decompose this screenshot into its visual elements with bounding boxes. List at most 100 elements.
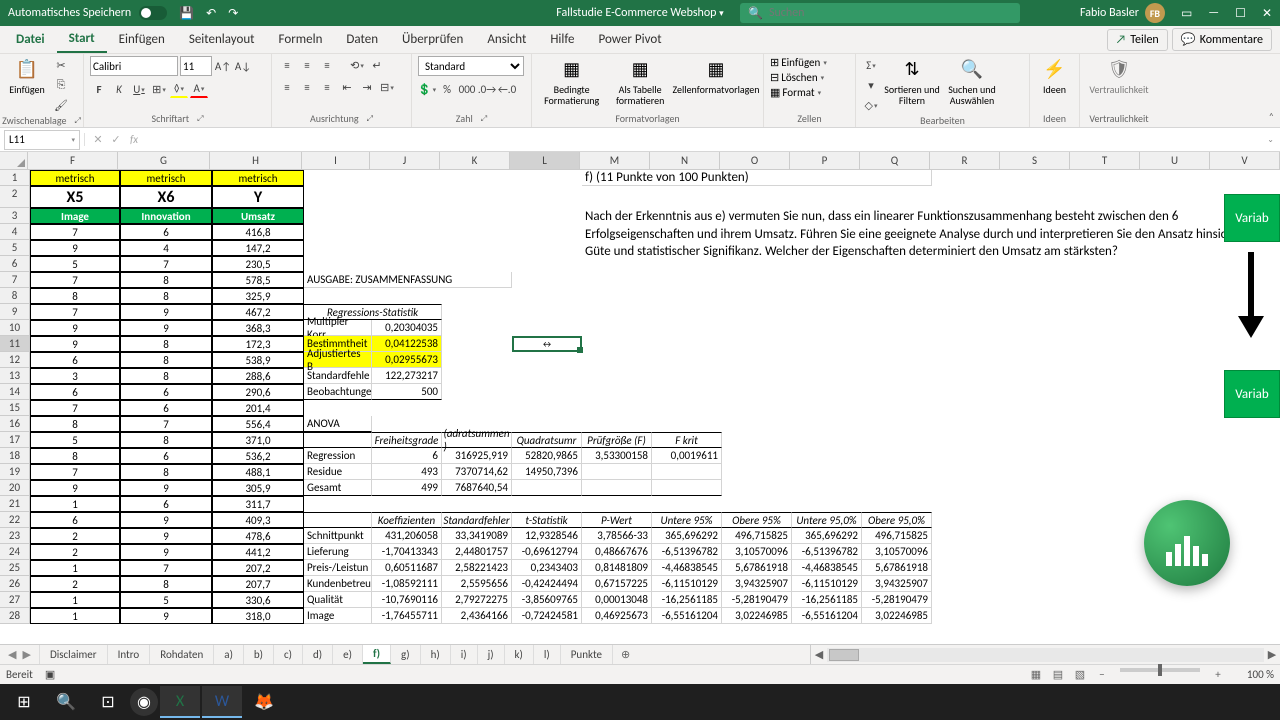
- data-cell[interactable]: 9: [30, 240, 120, 256]
- shape-variable-1[interactable]: Variab: [1224, 194, 1280, 242]
- minimize-icon[interactable]: —: [1208, 6, 1219, 21]
- sheet-tab-b[interactable]: b): [244, 645, 274, 664]
- row-header-23[interactable]: 23: [0, 528, 30, 544]
- column-header-U[interactable]: U: [1140, 152, 1210, 170]
- coeff-header[interactable]: t-Statistik: [512, 512, 582, 528]
- question-title[interactable]: f) (11 Punkte von 100 Punkten): [582, 170, 932, 186]
- coeff-cell[interactable]: 3,10570096: [722, 544, 792, 560]
- data-cell[interactable]: 6: [120, 496, 212, 512]
- column-header-H[interactable]: H: [210, 152, 302, 170]
- coeff-cell[interactable]: 3,10570096: [862, 544, 932, 560]
- coeff-cell[interactable]: 2,5595656: [442, 576, 512, 592]
- coeff-cell[interactable]: 2,79272275: [442, 592, 512, 608]
- row-header-12[interactable]: 12: [0, 352, 30, 368]
- data-cell[interactable]: 305,9: [212, 480, 304, 496]
- autosave-toggle[interactable]: Automatisches Speichern: [8, 6, 167, 20]
- data-cell[interactable]: 538,9: [212, 352, 304, 368]
- sheet-tab-e[interactable]: e): [333, 645, 363, 664]
- coeff-cell[interactable]: -6,11510129: [652, 576, 722, 592]
- data-cell[interactable]: 325,9: [212, 288, 304, 304]
- data-cell[interactable]: 1: [30, 608, 120, 624]
- data-cell[interactable]: 6: [120, 224, 212, 240]
- reg-stat-label[interactable]: Multipler Korr: [304, 320, 372, 336]
- data-cell[interactable]: 207,7: [212, 576, 304, 592]
- data-cell[interactable]: 8: [30, 416, 120, 432]
- tab-hilfe[interactable]: Hilfe: [538, 26, 586, 53]
- macro-record-icon[interactable]: ▣: [45, 668, 55, 681]
- merge-icon[interactable]: ⊟▾: [378, 78, 396, 96]
- tab-daten[interactable]: Daten: [334, 26, 390, 53]
- coeff-cell[interactable]: 5,67861918: [862, 560, 932, 576]
- coeff-header[interactable]: Untere 95,0%: [792, 512, 862, 528]
- format-painter-icon[interactable]: 🖌: [52, 96, 70, 114]
- coeff-cell[interactable]: -3,85609765: [512, 592, 582, 608]
- data-cell[interactable]: 5: [30, 256, 120, 272]
- selected-cell[interactable]: ↔: [512, 336, 582, 352]
- anova-cell[interactable]: [512, 480, 582, 496]
- anova-cell[interactable]: Gesamt: [304, 480, 372, 496]
- row-header-8[interactable]: 8: [0, 288, 30, 304]
- row-header-22[interactable]: 22: [0, 512, 30, 528]
- data-cell[interactable]: 8: [120, 336, 212, 352]
- cell-scale-h[interactable]: metrisch: [212, 170, 304, 186]
- data-cell[interactable]: 6: [120, 400, 212, 416]
- data-cell[interactable]: 9: [120, 544, 212, 560]
- add-sheet-button[interactable]: ⊕: [613, 645, 638, 664]
- data-cell[interactable]: 8: [120, 272, 212, 288]
- data-cell[interactable]: 9: [120, 512, 212, 528]
- data-cell[interactable]: 6: [120, 384, 212, 400]
- coeff-cell[interactable]: -1,08592111: [372, 576, 442, 592]
- coeff-cell[interactable]: 12,9328546: [512, 528, 582, 544]
- data-cell[interactable]: 288,6: [212, 368, 304, 384]
- spreadsheet-grid[interactable]: FGHIJKLMNOPQRSTUV 1234567891011121314151…: [0, 152, 1280, 644]
- decrease-font-icon[interactable]: A↓: [234, 57, 252, 75]
- row-header-13[interactable]: 13: [0, 368, 30, 384]
- anova-cell[interactable]: Regression: [304, 448, 372, 464]
- data-cell[interactable]: 3: [30, 368, 120, 384]
- reg-stat-value[interactable]: 0,02955673: [372, 352, 442, 368]
- column-header-T[interactable]: T: [1070, 152, 1140, 170]
- coeff-cell[interactable]: -1,70413343: [372, 544, 442, 560]
- coeff-cell[interactable]: 5,67861918: [722, 560, 792, 576]
- undo-icon[interactable]: ↶: [206, 6, 216, 21]
- coeff-cell[interactable]: 2,58221423: [442, 560, 512, 576]
- coeff-cell[interactable]: -0,42424494: [512, 576, 582, 592]
- data-cell[interactable]: 6: [30, 512, 120, 528]
- data-cell[interactable]: 4: [120, 240, 212, 256]
- data-cell[interactable]: 5: [30, 432, 120, 448]
- fill-color-button[interactable]: ◊▾: [170, 80, 188, 98]
- row-header-26[interactable]: 26: [0, 576, 30, 592]
- sheet-tab-f[interactable]: f): [363, 645, 391, 664]
- start-menu-icon[interactable]: ⊞: [4, 686, 44, 718]
- data-cell[interactable]: 207,2: [212, 560, 304, 576]
- data-cell[interactable]: 7: [30, 224, 120, 240]
- coeff-cell[interactable]: 0,81481809: [582, 560, 652, 576]
- coeff-cell[interactable]: -6,51396782: [792, 544, 862, 560]
- row-header-4[interactable]: 4: [0, 224, 30, 240]
- coeff-cell[interactable]: 0,60511687: [372, 560, 442, 576]
- data-cell[interactable]: 467,2: [212, 304, 304, 320]
- data-cell[interactable]: 7: [120, 416, 212, 432]
- coeff-cell[interactable]: -6,55161204: [652, 608, 722, 624]
- data-cell[interactable]: 7: [120, 560, 212, 576]
- shape-variable-2[interactable]: Variab: [1224, 370, 1280, 418]
- data-cell[interactable]: 8: [120, 352, 212, 368]
- column-header-N[interactable]: N: [650, 152, 720, 170]
- filename[interactable]: Fallstudie E-Commerce Webshop ▾: [556, 6, 723, 20]
- bold-button[interactable]: F: [90, 80, 108, 98]
- coeff-cell[interactable]: 0,2343403: [512, 560, 582, 576]
- row-header-6[interactable]: 6: [0, 256, 30, 272]
- coeff-cell[interactable]: -16,2561185: [792, 592, 862, 608]
- search-box[interactable]: 🔍: [740, 3, 1020, 23]
- row-header-7[interactable]: 7: [0, 272, 30, 288]
- cell-var-h[interactable]: Y: [212, 186, 304, 208]
- data-cell[interactable]: 1: [30, 592, 120, 608]
- sheet-tab-Disclaimer[interactable]: Disclaimer: [40, 645, 108, 664]
- find-select-button[interactable]: 🔍Suchen und Auswählen: [944, 56, 1000, 106]
- column-header-R[interactable]: R: [930, 152, 1000, 170]
- row-header-14[interactable]: 14: [0, 384, 30, 400]
- anova-cell[interactable]: 7370714,62: [442, 464, 512, 480]
- align-bottom-icon[interactable]: ≡: [318, 56, 336, 74]
- align-top-icon[interactable]: ≡: [278, 56, 296, 74]
- percent-icon[interactable]: %: [438, 80, 456, 98]
